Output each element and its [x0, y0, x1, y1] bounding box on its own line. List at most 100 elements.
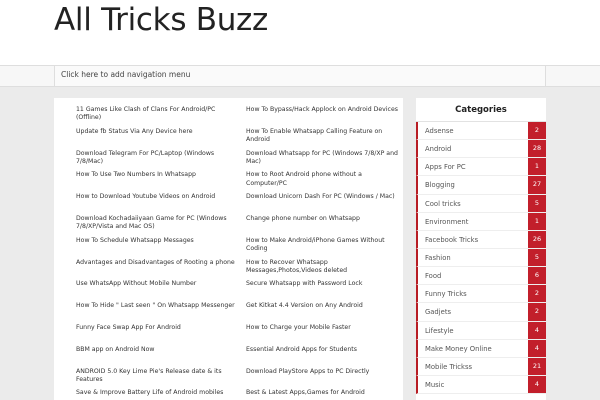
- post-link[interactable]: How to Download Youtube Videos on Androi…: [76, 193, 236, 201]
- category-item[interactable]: Environment 1: [416, 212, 546, 231]
- post-list-item: How to Download Youtube Videos on Androi…: [76, 193, 236, 215]
- category-count-badge: 4: [528, 375, 546, 394]
- post-link[interactable]: How To Use Two Numbers In Whatsapp: [76, 171, 236, 179]
- post-list-item: Update fb Status Via Any Device here: [76, 128, 236, 150]
- post-link[interactable]: BBM app on Android Now: [76, 346, 236, 354]
- post-list-item: How to Make Android/iPhone Games Without…: [246, 237, 401, 259]
- category-label[interactable]: Gadjets: [425, 308, 451, 316]
- category-count-badge: 26: [528, 230, 546, 248]
- post-list-item: Download Whatsapp for PC (Windows 7/8/XP…: [246, 150, 401, 172]
- site-title[interactable]: All Tricks Buzz: [54, 2, 268, 38]
- post-link[interactable]: How to Recover Whatsapp Messages,Photos,…: [246, 259, 401, 275]
- post-link[interactable]: How To Hide " Last seen " On Whatsapp Me…: [76, 302, 236, 310]
- category-label[interactable]: Cool tricks: [425, 200, 461, 208]
- post-list-item: How To Use Two Numbers In Whatsapp: [76, 171, 236, 193]
- category-count-badge: 2: [528, 303, 546, 321]
- post-list-item: How to Root Android phone without a Comp…: [246, 171, 401, 193]
- navigation-bar: Click here to add navigation menu: [0, 65, 600, 87]
- navigation-container: Click here to add navigation menu: [54, 66, 546, 86]
- post-link[interactable]: Secure Whatsapp with Password Lock: [246, 280, 401, 288]
- category-label[interactable]: Lifestyle: [425, 327, 454, 335]
- category-label[interactable]: Fashion: [425, 254, 451, 262]
- category-label[interactable]: Apps For PC: [425, 163, 466, 171]
- post-link[interactable]: Download Unicorn Dash For PC (Windows / …: [246, 193, 401, 201]
- post-list-item: How To Schedule Whatsapp Messages: [76, 237, 236, 259]
- site-header: All Tricks Buzz: [0, 0, 600, 65]
- post-link[interactable]: How to Root Android phone without a Comp…: [246, 171, 401, 187]
- category-item[interactable]: Lifestyle 4: [416, 321, 546, 340]
- post-list-item: Change phone number on Whatsapp: [246, 215, 401, 237]
- category-item[interactable]: Facebook Tricks 26: [416, 230, 546, 249]
- post-link[interactable]: ANDROID 5.0 Key Lime Pie's Release date …: [76, 368, 236, 384]
- post-link[interactable]: How to Make Android/iPhone Games Without…: [246, 237, 401, 253]
- category-count-badge: 2: [528, 122, 546, 140]
- category-item[interactable]: Mobile Trickss 21: [416, 357, 546, 376]
- category-label[interactable]: Android: [425, 145, 451, 153]
- post-link[interactable]: How To Schedule Whatsapp Messages: [76, 237, 236, 245]
- categories-title: Categories: [416, 98, 546, 122]
- categories-widget: Categories Adsense 2 Android 28 Apps For PC 1…: [416, 98, 546, 400]
- post-list-item: Best & Latest Apps,Games for Android: [246, 389, 401, 400]
- post-list-item: How To Enable Whatsapp Calling Feature o…: [246, 128, 401, 150]
- category-label[interactable]: Funny Tricks: [425, 290, 467, 298]
- category-item[interactable]: Cool tricks 5: [416, 194, 546, 213]
- post-list-item: How To Bypass/Hack Applock on Android De…: [246, 106, 401, 128]
- post-list-item: Funny Face Swap App For Android: [76, 324, 236, 346]
- post-list-item: Get Kitkat 4.4 Version on Any Android: [246, 302, 401, 324]
- category-label[interactable]: Environment: [425, 218, 468, 226]
- post-link[interactable]: Download Kochadaiiyaan Game for PC (Wind…: [76, 215, 236, 231]
- add-navigation-menu-link[interactable]: Click here to add navigation menu: [61, 70, 190, 79]
- category-item[interactable]: Apps For PC 1: [416, 158, 546, 177]
- category-label[interactable]: Blogging: [425, 181, 455, 189]
- post-list-item: Secure Whatsapp with Password Lock: [246, 280, 401, 302]
- post-link[interactable]: Best & Latest Apps,Games for Android: [246, 389, 401, 397]
- post-link[interactable]: Download Telegram For PC/Laptop (Windows…: [76, 150, 236, 166]
- post-list-item: Essential Android Apps for Students: [246, 346, 401, 368]
- post-link[interactable]: Change phone number on Whatsapp: [246, 215, 401, 223]
- category-count-badge: 2: [528, 285, 546, 303]
- post-list-item: Save & Improve Battery Life of Android m…: [76, 389, 236, 400]
- post-link[interactable]: 11 Games Like Clash of Clans For Android…: [76, 106, 236, 122]
- category-label[interactable]: Mobile Trickss: [425, 363, 472, 371]
- post-list-item: How to Charge your Mobile Faster: [246, 324, 401, 346]
- category-item[interactable]: Adsense 2: [416, 122, 546, 141]
- category-item[interactable]: Make Money Online 4: [416, 339, 546, 358]
- category-label[interactable]: Music: [425, 381, 444, 389]
- post-link[interactable]: Save & Improve Battery Life of Android m…: [76, 389, 236, 397]
- post-list-left: 11 Games Like Clash of Clans For Android…: [76, 106, 236, 400]
- category-item[interactable]: Fashion 5: [416, 248, 546, 268]
- category-list: Adsense 2 Android 28 Apps For PC 1 Blogging 27 C…: [416, 122, 546, 395]
- post-link[interactable]: Download PlayStore Apps to PC Directly: [246, 368, 401, 376]
- category-item[interactable]: Food 6: [416, 267, 546, 286]
- post-list-item: How To Hide " Last seen " On Whatsapp Me…: [76, 302, 236, 324]
- category-item[interactable]: Funny Tricks 2: [416, 285, 546, 304]
- post-link[interactable]: Essential Android Apps for Students: [246, 346, 401, 354]
- category-item[interactable]: Blogging 27: [416, 176, 546, 195]
- post-list-item: Download Telegram For PC/Laptop (Windows…: [76, 150, 236, 172]
- category-count-badge: 28: [528, 140, 546, 158]
- post-link[interactable]: Use WhatsApp Without Mobile Number: [76, 280, 236, 288]
- post-link[interactable]: Get Kitkat 4.4 Version on Any Android: [246, 302, 401, 310]
- category-label[interactable]: Adsense: [425, 127, 454, 135]
- category-label[interactable]: Facebook Tricks: [425, 236, 478, 244]
- category-count-badge: 1: [528, 212, 546, 230]
- category-count-badge: 4: [528, 339, 546, 357]
- category-item[interactable]: Android 28: [416, 140, 546, 159]
- post-link[interactable]: Funny Face Swap App For Android: [76, 324, 236, 332]
- post-link[interactable]: How to Charge your Mobile Faster: [246, 324, 401, 332]
- post-list-item: Use WhatsApp Without Mobile Number: [76, 280, 236, 302]
- post-list-right: How To Bypass/Hack Applock on Android De…: [246, 106, 401, 400]
- category-item[interactable]: Gadjets 2: [416, 303, 546, 322]
- post-link[interactable]: Update fb Status Via Any Device here: [76, 128, 236, 136]
- post-link[interactable]: How To Bypass/Hack Applock on Android De…: [246, 106, 401, 114]
- category-item[interactable]: Music 4: [416, 375, 546, 395]
- category-count-badge: 4: [528, 321, 546, 339]
- post-link[interactable]: Download Whatsapp for PC (Windows 7/8/XP…: [246, 150, 401, 166]
- post-list-item: Download PlayStore Apps to PC Directly: [246, 368, 401, 390]
- post-link[interactable]: Advantages and Disadvantages of Rooting …: [76, 259, 236, 267]
- post-list-item: How to Recover Whatsapp Messages,Photos,…: [246, 259, 401, 281]
- category-count-badge: 5: [528, 194, 546, 212]
- post-link[interactable]: How To Enable Whatsapp Calling Feature o…: [246, 128, 401, 144]
- category-label[interactable]: Food: [425, 272, 441, 280]
- category-label[interactable]: Make Money Online: [425, 345, 492, 353]
